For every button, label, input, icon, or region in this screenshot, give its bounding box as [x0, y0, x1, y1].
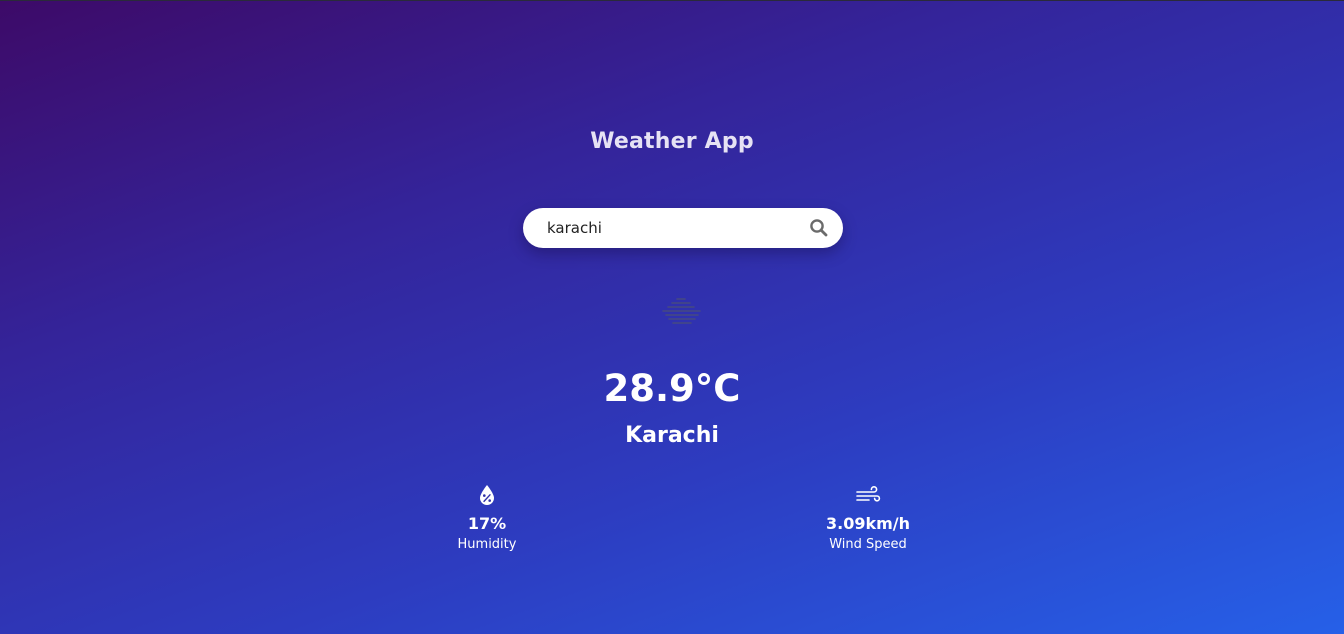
humidity-icon	[480, 485, 494, 505]
temperature: 28.9°C	[603, 367, 741, 410]
search-icon	[810, 219, 828, 237]
city-name: Karachi	[625, 423, 719, 448]
humidity-label: Humidity	[457, 537, 517, 552]
wind-stat: 3.09km/h Wind Speed	[788, 484, 948, 552]
wind-icon	[856, 486, 881, 502]
humidity-stat: 17% Humidity	[407, 484, 567, 552]
wind-speed-label: Wind Speed	[829, 537, 907, 552]
weather-app: Weather App 28.9°C Karachi 1	[0, 1, 1344, 634]
mist-icon	[662, 298, 701, 324]
search-button[interactable]	[809, 218, 829, 238]
search-input[interactable]	[547, 208, 797, 248]
search-bar	[523, 208, 843, 248]
app-title: Weather App	[590, 129, 754, 154]
humidity-value: 17%	[467, 514, 507, 533]
wind-speed-value: 3.09km/h	[825, 514, 911, 533]
